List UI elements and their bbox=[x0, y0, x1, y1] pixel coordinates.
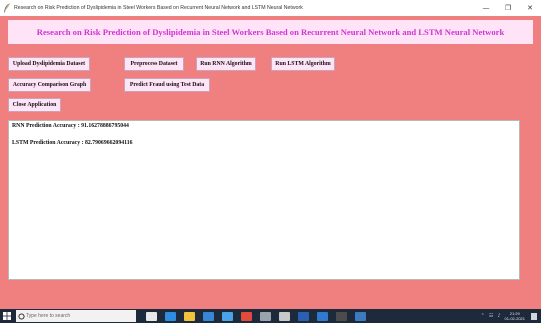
photos-icon[interactable] bbox=[279, 311, 290, 321]
notification-icon[interactable] bbox=[531, 312, 537, 320]
feather-app-icon bbox=[4, 3, 10, 13]
settings-icon[interactable] bbox=[260, 311, 271, 321]
predict-fraud-button[interactable]: Predict Fraud using Test Data bbox=[124, 78, 210, 92]
python-icon[interactable] bbox=[355, 311, 366, 321]
upload-dataset-button[interactable]: Upload Dyslipidemia Dataset bbox=[8, 57, 90, 71]
close-application-button[interactable]: Close Application bbox=[8, 98, 61, 112]
accuracy-graph-button[interactable]: Accuracy Comparison Graph bbox=[8, 78, 91, 92]
network-icon[interactable]: ☷ bbox=[489, 313, 493, 319]
taskbar-search[interactable]: Type here to search bbox=[16, 310, 136, 322]
vscode-icon[interactable] bbox=[317, 311, 328, 321]
store-icon[interactable] bbox=[203, 311, 214, 321]
pinned-apps bbox=[146, 311, 374, 321]
taskbar: Type here to search ⌃ ☷ ♪ 21:29 01-02-20… bbox=[0, 309, 541, 323]
output-textarea[interactable]: RNN Prediction Accuracy : 91.16278886795… bbox=[8, 120, 520, 280]
system-tray: ⌃ ☷ ♪ 21:29 01-02-2021 bbox=[481, 309, 537, 323]
tray-chevron-icon[interactable]: ⌃ bbox=[481, 313, 485, 319]
search-icon bbox=[16, 311, 26, 321]
window-titlebar: Research on Risk Prediction of Dyslipide… bbox=[0, 0, 541, 16]
window-controls: — ❐ ✕ bbox=[475, 0, 541, 16]
maximize-button[interactable]: ❐ bbox=[497, 0, 519, 16]
word-icon[interactable] bbox=[298, 311, 309, 321]
run-rnn-button[interactable]: Run RNN Algorithm bbox=[196, 57, 256, 71]
volume-icon[interactable]: ♪ bbox=[497, 313, 500, 319]
chrome-icon[interactable] bbox=[241, 311, 252, 321]
clock-date: 01-02-2021 bbox=[504, 316, 525, 321]
search-placeholder: Type here to search bbox=[26, 313, 71, 319]
clock[interactable]: 21:29 01-02-2021 bbox=[505, 311, 525, 321]
page-title: Research on Risk Prediction of Dyslipide… bbox=[36, 27, 505, 37]
window-title: Research on Risk Prediction of Dyslipide… bbox=[14, 5, 303, 11]
minimize-button[interactable]: — bbox=[475, 0, 497, 16]
edge-icon[interactable] bbox=[165, 311, 176, 321]
start-button[interactable] bbox=[0, 309, 14, 323]
close-window-button[interactable]: ✕ bbox=[519, 0, 541, 16]
mail-icon[interactable] bbox=[222, 311, 233, 321]
task-view-icon[interactable] bbox=[146, 311, 157, 321]
lstm-accuracy-text: LSTM Prediction Accuracy : 82.7906966209… bbox=[12, 140, 133, 146]
rnn-accuracy-text: RNN Prediction Accuracy : 91.16278886795… bbox=[12, 123, 129, 129]
windows-logo-icon bbox=[3, 312, 11, 320]
header-band: Research on Risk Prediction of Dyslipide… bbox=[8, 20, 533, 44]
terminal-icon[interactable] bbox=[336, 311, 347, 321]
preprocess-dataset-button[interactable]: Preprocess Dataset bbox=[124, 57, 184, 71]
run-lstm-button[interactable]: Run LSTM Algorithm bbox=[271, 57, 335, 71]
file-explorer-icon[interactable] bbox=[184, 311, 195, 321]
